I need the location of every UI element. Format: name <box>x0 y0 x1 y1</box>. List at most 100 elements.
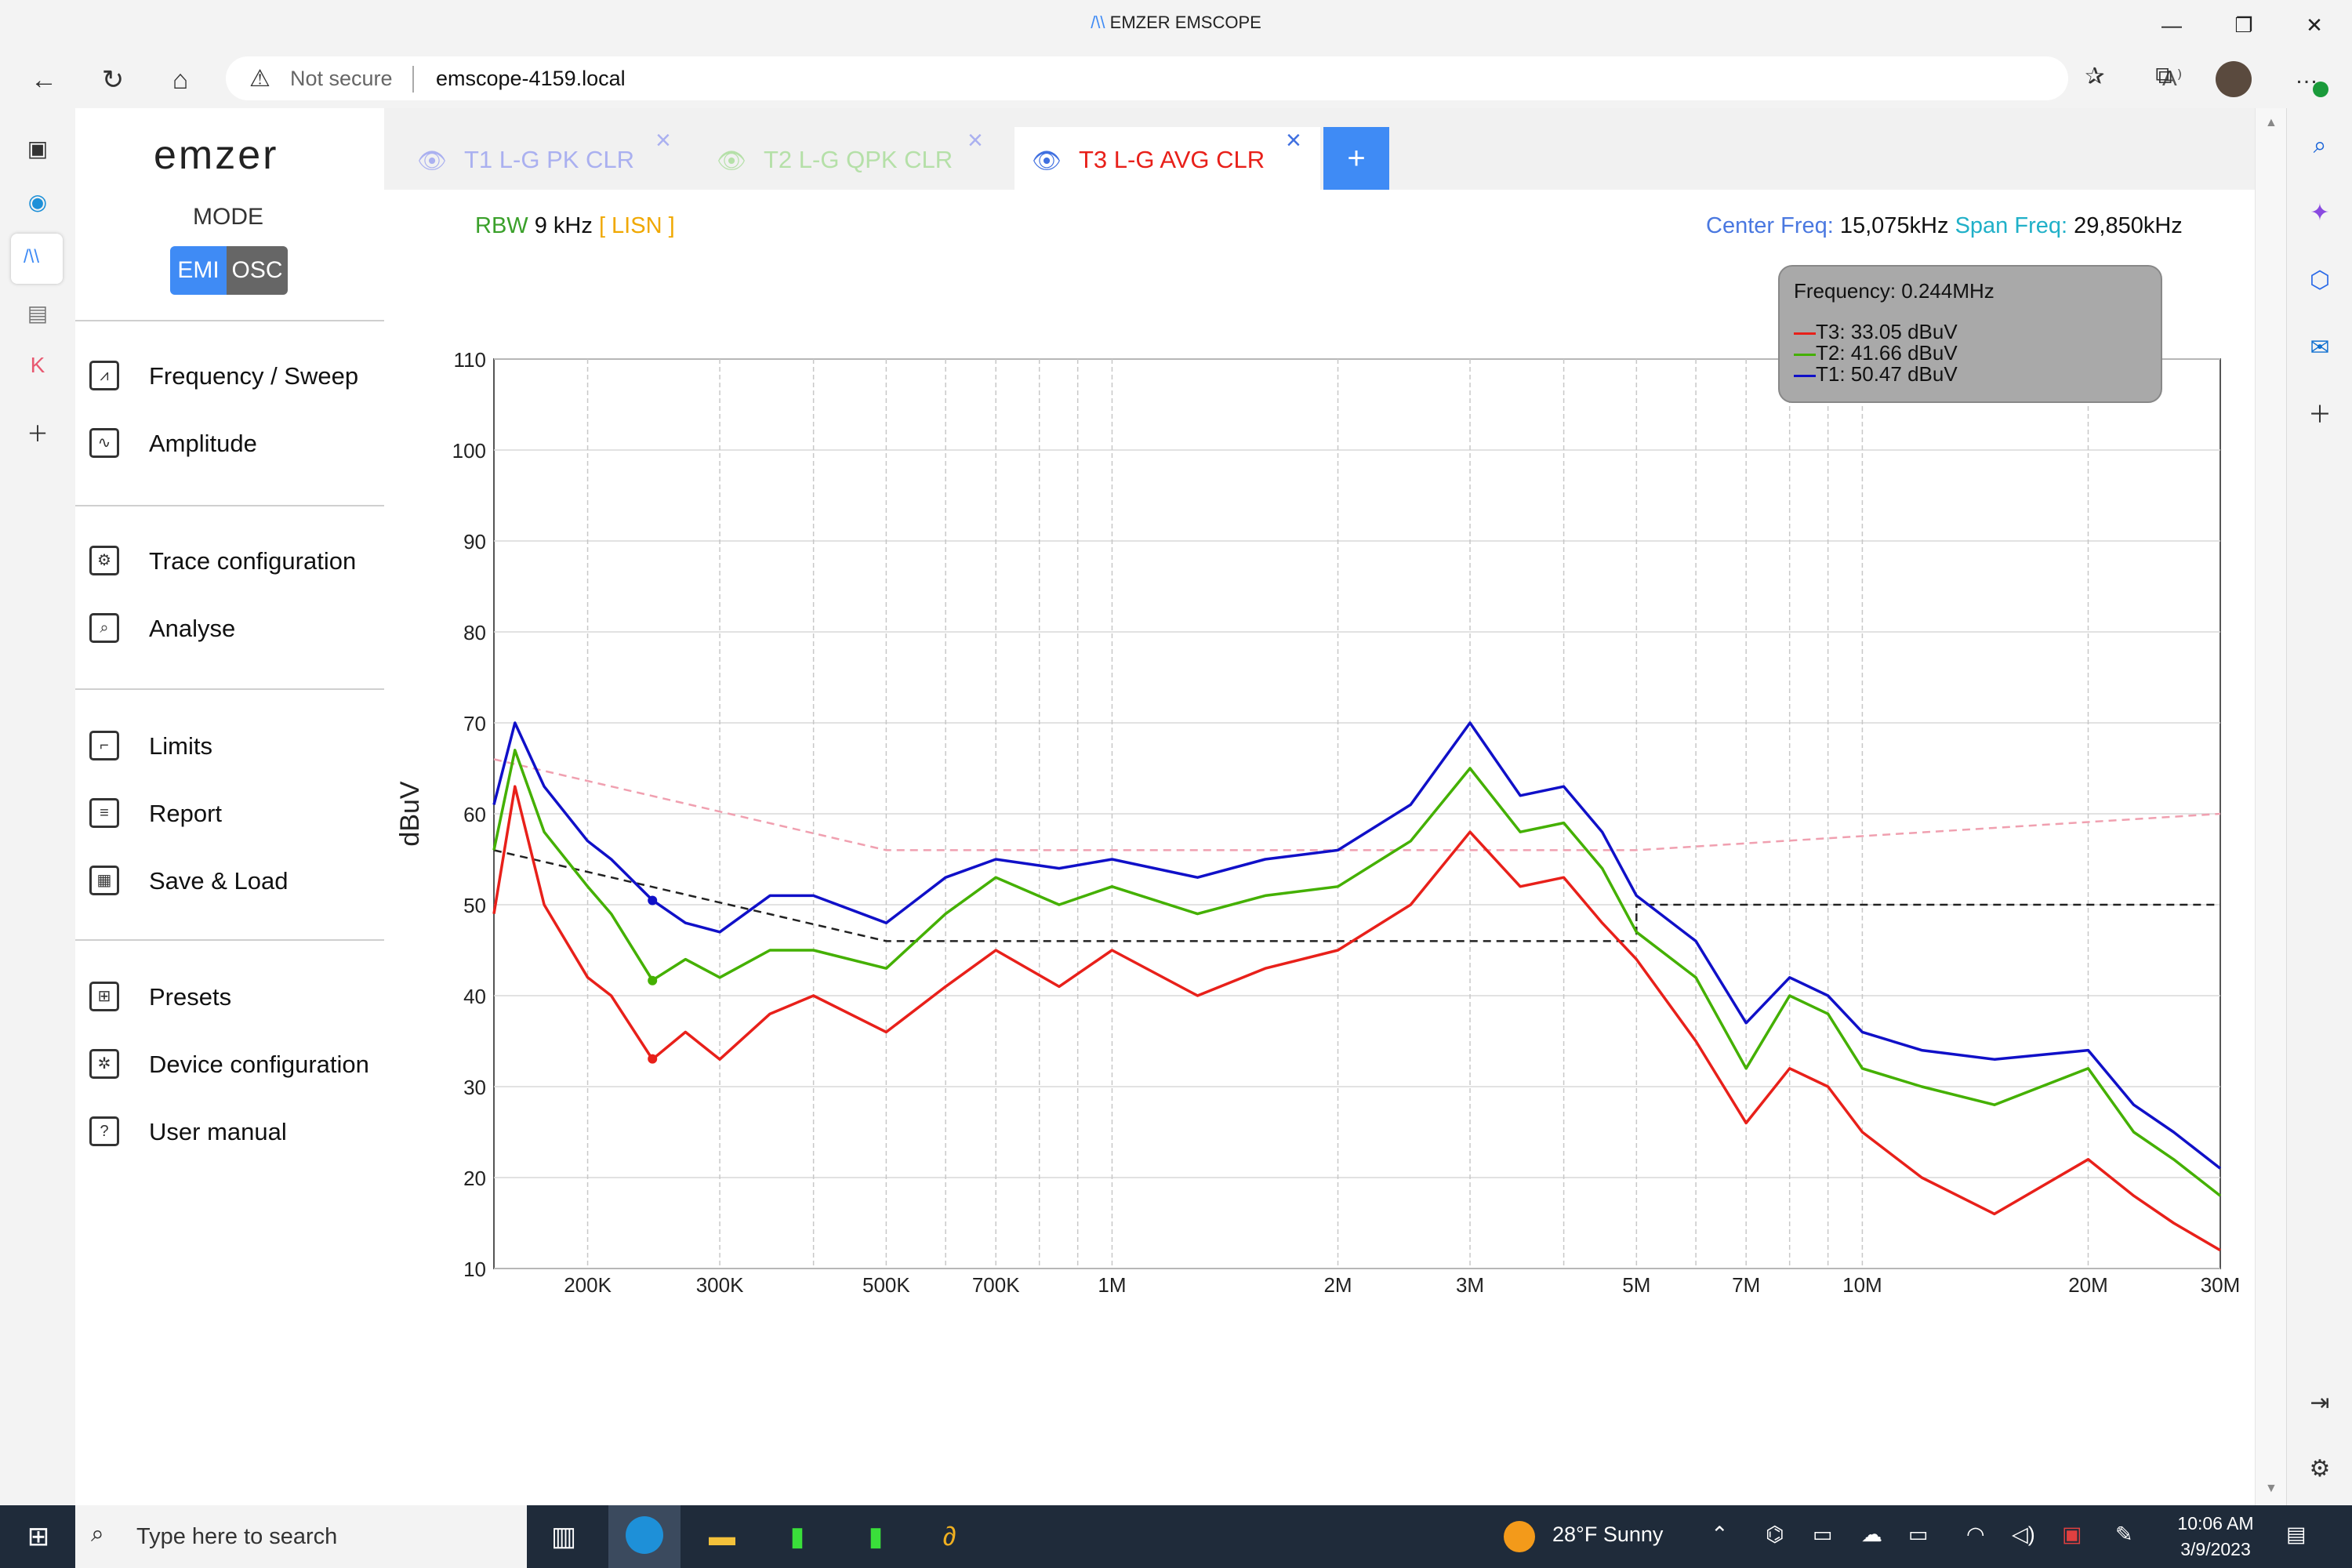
emscope-tab[interactable]: /\\ <box>11 234 63 284</box>
close-window-button[interactable]: ✕ <box>2291 9 2338 41</box>
y-tick-label: 40 <box>463 985 486 1008</box>
favorites-icon[interactable]: ✰ <box>2078 63 2112 90</box>
new-tab-plus-icon[interactable]: ＋ <box>19 416 56 453</box>
battery-icon[interactable]: ▭ <box>1908 1523 1929 1547</box>
tooltip-values: T3: 33.05 dBuV T2: 41.66 dBuV T1: 50.47 … <box>1794 321 1958 385</box>
amplitude-icon: ∿ <box>89 428 119 458</box>
y-tick-label: 30 <box>463 1076 486 1099</box>
windows-start-icon[interactable]: ⊞ <box>11 1516 66 1557</box>
scroll-down-icon[interactable]: ▼ <box>2265 1482 2278 1496</box>
menu-divider <box>75 939 384 941</box>
refresh-icon[interactable]: ↻ <box>94 63 132 97</box>
hide-sidebar-icon[interactable]: ⇥ <box>2301 1385 2339 1422</box>
y-tick-label: 100 <box>452 439 486 463</box>
back-icon[interactable]: ← <box>25 63 63 97</box>
pen-icon[interactable]: ✎ <box>2115 1523 2133 1547</box>
menu-item-device-configuration[interactable]: ✲ Device configuration <box>89 1043 384 1090</box>
volume-icon[interactable]: ◁) <box>2012 1523 2035 1547</box>
user-manual-icon: ? <box>89 1116 119 1146</box>
profile-avatar[interactable] <box>2216 61 2252 97</box>
presets-icon: ⊞ <box>89 982 119 1011</box>
outlook-icon[interactable]: ✉ <box>2301 329 2339 367</box>
t1-legend-swatch <box>1794 374 1816 377</box>
tab-actions-icon[interactable]: ▣ <box>19 130 56 168</box>
update-badge <box>2313 82 2328 97</box>
scroll-up-icon[interactable]: ▲ <box>2265 116 2278 130</box>
copilot-icon[interactable]: ✦ <box>2301 194 2339 232</box>
cursor-marker-t3 <box>648 1054 658 1064</box>
menu-divider <box>75 505 384 506</box>
clock[interactable]: 10:06 AM 3/9/2023 <box>2176 1513 2255 1560</box>
menu-item-save-load[interactable]: ▦ Save & Load <box>89 859 384 906</box>
notification-app-icon[interactable]: ▣ <box>2062 1523 2082 1547</box>
app-logo-icon[interactable]: ∂ <box>922 1516 977 1557</box>
close-tab-icon[interactable]: × <box>655 125 671 156</box>
app-title-icon: /\\ <box>1091 13 1105 32</box>
notifications-icon[interactable]: ▤ <box>2286 1523 2307 1547</box>
k-tab-icon[interactable]: K <box>19 347 56 384</box>
menu-item-analyse[interactable]: ⌕ Analyse <box>89 607 384 654</box>
edge-tab-icon[interactable]: ◉ <box>19 183 56 221</box>
weather-sun-icon[interactable] <box>1504 1521 1535 1552</box>
app-chart-icon-2[interactable]: ▮ <box>848 1516 903 1557</box>
menu-item-user-manual[interactable]: ? User manual <box>89 1110 384 1157</box>
search-icon[interactable]: ⌕ <box>2301 127 2339 165</box>
eye-icon[interactable]: 👁 <box>717 147 746 175</box>
edge-icon <box>626 1516 663 1554</box>
menu-divider <box>75 688 384 690</box>
menu-divider <box>75 320 384 321</box>
y-tick-label: 70 <box>463 712 486 735</box>
close-tab-icon[interactable]: × <box>967 125 983 156</box>
onedrive-icon[interactable]: ☁ <box>1861 1523 1882 1547</box>
meet-icon[interactable]: ⌬ <box>1766 1523 1784 1547</box>
x-tick-label: 5M <box>1622 1273 1650 1297</box>
menu-item-amplitude[interactable]: ∿ Amplitude <box>89 422 384 469</box>
x-tick-label: 7M <box>1732 1273 1760 1297</box>
taskbar-edge-active[interactable] <box>608 1505 681 1568</box>
y-tick-label: 90 <box>463 530 486 554</box>
office-icon[interactable]: ⬡ <box>2301 262 2339 299</box>
wifi-icon[interactable]: ◠ <box>1966 1523 1985 1547</box>
weather-text[interactable]: 28°F Sunny <box>1552 1523 1663 1547</box>
warning-icon[interactable]: ⚠ <box>249 65 270 93</box>
home-icon[interactable]: ⌂ <box>162 63 199 97</box>
mode-toggle[interactable]: EMI OSC <box>170 246 288 295</box>
menu-item-frequency-sweep[interactable]: ⩘ Frequency / Sweep <box>89 354 384 401</box>
mode-emi-button[interactable]: EMI <box>170 246 227 295</box>
restore-button[interactable]: ❐ <box>2220 9 2267 41</box>
add-sidebar-app-icon[interactable]: ＋ <box>2301 397 2339 434</box>
add-tab-button[interactable]: + <box>1323 127 1389 191</box>
tab-t2[interactable]: 👁 T2 L-G QPK CLR × <box>699 125 1013 190</box>
page-scrollbar[interactable]: ▲ ▼ <box>2255 108 2287 1505</box>
y-tick-label: 60 <box>463 803 486 826</box>
display-icon[interactable]: ▭ <box>1813 1523 1833 1547</box>
t3-legend-swatch <box>1794 332 1816 335</box>
menu-item-trace-configuration[interactable]: ⚙ Trace configuration <box>89 539 384 586</box>
browser-vertical-sidebar: ▣ ◉ /\\ ▤ K ＋ <box>0 108 76 1505</box>
security-label[interactable]: Not secure <box>290 67 393 91</box>
app-chart-icon-1[interactable]: ▮ <box>770 1516 825 1557</box>
file-explorer-icon[interactable]: ▬ <box>695 1516 750 1557</box>
menu-item-report[interactable]: ≡ Report <box>89 792 384 839</box>
show-hidden-icons[interactable]: ⌃ <box>1711 1523 1729 1547</box>
mode-osc-button[interactable]: OSC <box>227 246 288 295</box>
close-tab-icon[interactable]: × <box>1286 125 1301 156</box>
collections-icon[interactable]: ⧉ <box>2147 63 2181 89</box>
address-bar[interactable]: ⚠ Not secure emscope-4159.local A⁾ ☆ <box>226 56 2248 100</box>
tab-t3-active[interactable]: 👁 T3 L-G AVG CLR × <box>1014 125 1320 190</box>
sidebar-settings-icon[interactable]: ⚙ <box>2301 1450 2339 1488</box>
minimize-button[interactable]: — <box>2148 9 2195 41</box>
eye-icon[interactable]: 👁 <box>1032 147 1062 175</box>
taskbar-search[interactable]: ⌕ Type here to search <box>75 1505 527 1568</box>
calendar-tab-icon[interactable]: ▤ <box>19 295 56 332</box>
x-tick-label: 10M <box>1842 1273 1882 1297</box>
task-view-icon[interactable]: ▥ <box>536 1516 591 1557</box>
url-text[interactable]: emscope-4159.local <box>436 67 626 91</box>
y-axis-label: dBuV <box>395 781 425 846</box>
menu-item-limits[interactable]: ⌐ Limits <box>89 724 384 771</box>
tab-t1[interactable]: 👁 T1 L-G PK CLR × <box>400 125 698 190</box>
limits-icon: ⌐ <box>89 731 119 760</box>
eye-icon[interactable]: 👁 <box>417 147 447 175</box>
x-tick-label: 500K <box>862 1273 910 1297</box>
menu-item-presets[interactable]: ⊞ Presets <box>89 975 384 1022</box>
